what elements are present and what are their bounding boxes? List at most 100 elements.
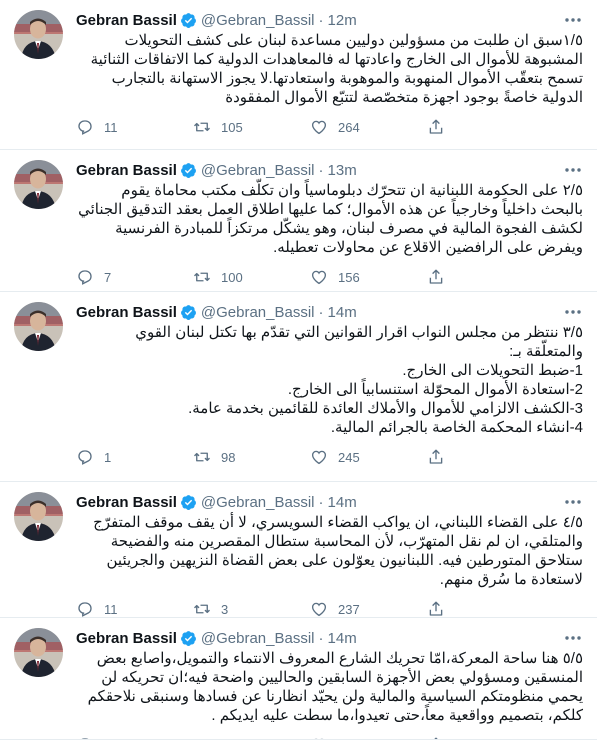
- reply-button[interactable]: 11: [76, 600, 193, 617]
- heart-icon: [311, 270, 327, 285]
- like-count: 156: [338, 269, 360, 285]
- tweet-text: ٢/٥ على الحكومة اللبنانية ان تتحرّك دبلو…: [78, 182, 583, 256]
- avatar[interactable]: [14, 10, 63, 59]
- more-options-icon[interactable]: [563, 160, 583, 180]
- tweet-timestamp[interactable]: 14m: [328, 304, 357, 321]
- tweet-timestamp[interactable]: 14m: [328, 494, 357, 511]
- like-count: 264: [338, 119, 360, 135]
- retweet-icon: [194, 452, 210, 462]
- retweet-icon: [194, 122, 210, 132]
- verified-badge-icon: [180, 12, 196, 28]
- tweet-actions: 1 98 245: [76, 447, 583, 467]
- tweet-actions: [76, 735, 583, 739]
- reply-icon: [78, 450, 92, 465]
- like-button[interactable]: 237: [310, 600, 427, 617]
- reply-count: 11: [104, 119, 118, 135]
- author-handle[interactable]: @Gebran_Bassil: [201, 304, 315, 321]
- reply-count: 7: [104, 269, 112, 285]
- author-name[interactable]: Gebran Bassil: [76, 304, 177, 321]
- tweet-text: ٤/٥ على القضاء اللبناني، ان يواكب القضاء…: [93, 514, 583, 588]
- share-button[interactable]: [427, 118, 544, 136]
- tweet-content: Gebran Bassil @Gebran_Bassil · 14m ٤/٥ ع…: [76, 492, 583, 617]
- share-button[interactable]: [427, 448, 544, 466]
- verified-badge-icon: [180, 630, 196, 646]
- like-button[interactable]: 245: [310, 448, 427, 466]
- tweet-content: Gebran Bassil @Gebran_Bassil · 12m ١/٥سب…: [76, 10, 583, 137]
- tweet[interactable]: Gebran Bassil @Gebran_Bassil · 14m ٤/٥ ع…: [0, 482, 597, 618]
- author-handle[interactable]: @Gebran_Bassil: [201, 630, 315, 647]
- tweet-timestamp[interactable]: 13m: [328, 162, 357, 179]
- share-button[interactable]: [427, 600, 544, 617]
- like-count: 245: [338, 449, 360, 465]
- header-separator: ·: [318, 303, 324, 321]
- more-options-icon[interactable]: [563, 302, 583, 322]
- avatar-image: [14, 628, 63, 677]
- author-handle[interactable]: @Gebran_Bassil: [201, 162, 315, 179]
- more-options-icon[interactable]: [563, 628, 583, 648]
- avatar-image: [14, 10, 63, 59]
- tweet-header: Gebran Bassil @Gebran_Bassil · 12m: [76, 10, 583, 30]
- author-handle[interactable]: @Gebran_Bassil: [201, 12, 315, 29]
- reply-button[interactable]: 11: [76, 118, 193, 136]
- retweet-icon: [194, 604, 210, 614]
- header-separator: ·: [318, 11, 324, 29]
- heart-icon: [311, 602, 327, 617]
- like-button[interactable]: 264: [310, 118, 427, 136]
- reply-icon: [78, 270, 92, 285]
- share-icon: [429, 601, 443, 616]
- share-button[interactable]: [427, 736, 544, 739]
- retweet-button[interactable]: 3: [193, 600, 310, 617]
- tweet-actions: 7 100 156: [76, 267, 583, 287]
- reply-count: 1: [104, 449, 112, 465]
- retweet-icon: [194, 272, 210, 282]
- like-button[interactable]: [310, 736, 427, 739]
- tweet[interactable]: Gebran Bassil @Gebran_Bassil · 12m ١/٥سب…: [0, 0, 597, 150]
- reply-button[interactable]: 1: [76, 448, 193, 466]
- reply-icon: [81, 738, 89, 739]
- tweet-timestamp[interactable]: 14m: [328, 630, 357, 647]
- heart-icon: [311, 450, 327, 465]
- share-icon: [429, 269, 443, 284]
- avatar[interactable]: [14, 160, 63, 209]
- author-handle[interactable]: @Gebran_Bassil: [201, 494, 315, 511]
- avatar-image: [14, 492, 63, 541]
- author-name[interactable]: Gebran Bassil: [76, 494, 177, 511]
- tweet-actions: 11 105 264: [76, 117, 583, 137]
- retweet-count: 105: [221, 119, 243, 135]
- retweet-button[interactable]: 100: [193, 268, 310, 286]
- retweet-button[interactable]: 105: [193, 118, 310, 136]
- avatar[interactable]: [14, 492, 63, 541]
- retweet-count: 100: [221, 269, 243, 285]
- tweet-text: ٣/٥ ننتظر من مجلس النواب اقرار القوانين …: [135, 324, 583, 436]
- avatar[interactable]: [14, 628, 63, 677]
- header-separator: ·: [318, 161, 324, 179]
- tweet-header: Gebran Bassil @Gebran_Bassil · 14m: [76, 492, 583, 512]
- tweet-text: ١/٥سبق ان طلبت من مسؤولين دوليين مساعدة …: [90, 32, 583, 106]
- tweet-content: Gebran Bassil @Gebran_Bassil · 14m ٥/٥ ه…: [76, 628, 583, 739]
- author-name[interactable]: Gebran Bassil: [76, 12, 177, 29]
- more-options-icon[interactable]: [563, 492, 583, 512]
- reply-icon: [78, 120, 92, 135]
- header-separator: ·: [318, 629, 324, 647]
- tweet[interactable]: Gebran Bassil @Gebran_Bassil · 14m ٥/٥ ه…: [0, 618, 597, 740]
- avatar-image: [14, 160, 63, 209]
- author-name[interactable]: Gebran Bassil: [76, 162, 177, 179]
- like-button[interactable]: 156: [310, 268, 427, 286]
- tweet[interactable]: Gebran Bassil @Gebran_Bassil · 13m ٢/٥ ع…: [0, 150, 597, 292]
- author-name[interactable]: Gebran Bassil: [76, 630, 177, 647]
- reply-icon: [78, 602, 92, 617]
- retweet-button[interactable]: 98: [193, 448, 310, 466]
- reply-button[interactable]: [76, 736, 193, 739]
- retweet-button[interactable]: [193, 736, 310, 739]
- reply-button[interactable]: 7: [76, 268, 193, 286]
- tweet-header: Gebran Bassil @Gebran_Bassil · 14m: [76, 628, 583, 648]
- tweet[interactable]: Gebran Bassil @Gebran_Bassil · 14m ٣/٥ ن…: [0, 292, 597, 482]
- more-options-icon[interactable]: [563, 10, 583, 30]
- share-button[interactable]: [427, 268, 544, 286]
- verified-badge-icon: [180, 162, 196, 178]
- retweet-count: 3: [221, 601, 229, 617]
- share-icon: [429, 119, 443, 134]
- heart-icon: [311, 120, 327, 135]
- tweet-timestamp[interactable]: 12m: [328, 12, 357, 29]
- avatar[interactable]: [14, 302, 63, 351]
